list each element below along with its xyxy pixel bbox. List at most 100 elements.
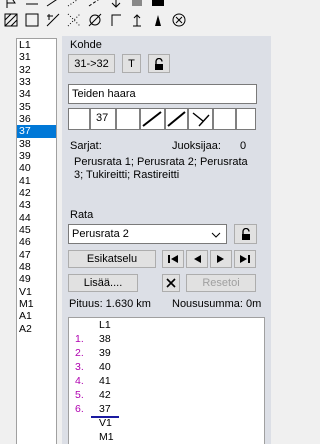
toolbar-row-2 xyxy=(0,12,189,28)
course-leg-row[interactable]: 5. 42 xyxy=(69,389,259,402)
lock-button[interactable] xyxy=(148,54,170,73)
leg-code: 42 xyxy=(99,389,111,401)
leg-code: M1 xyxy=(99,431,114,443)
control-list-item[interactable]: A2 xyxy=(17,323,56,335)
control-list-item[interactable]: V1 xyxy=(17,286,56,298)
course-leg-row[interactable]: V1 xyxy=(69,417,259,430)
reset-button[interactable]: Resetoi xyxy=(186,274,256,292)
control-list-item[interactable]: 49 xyxy=(17,273,56,285)
control-list-item[interactable]: 41 xyxy=(17,175,56,187)
symbol-code: 37 xyxy=(96,112,109,124)
previous-button[interactable] xyxy=(186,250,208,268)
course-leg-list[interactable]: L1 1. 38 2. 39 3. 40 4. 41 5. 42 6. 37 V1 M1 xyxy=(68,317,265,444)
control-list[interactable]: L1 31 32 33 34 35 36 37 38 39 40 41 42 43 44 45 46 47 48 49… xyxy=(16,38,57,444)
control-list-item[interactable]: 36 xyxy=(17,113,56,125)
leg-code: 39 xyxy=(99,347,111,359)
control-list-item[interactable]: A1 xyxy=(17,310,56,322)
delete-button[interactable] xyxy=(162,274,180,292)
leg-number: 1. xyxy=(75,333,84,345)
kohde-title: Kohde xyxy=(70,39,102,51)
control-list-item[interactable]: 40 xyxy=(17,162,56,174)
first-button[interactable] xyxy=(162,250,184,268)
first-icon xyxy=(168,255,178,263)
dashed-line-icon[interactable] xyxy=(84,0,105,10)
control-list-item[interactable]: 42 xyxy=(17,187,56,199)
leg-number: 6. xyxy=(75,403,84,415)
last-icon xyxy=(240,255,250,263)
close-icon xyxy=(166,278,176,288)
flag-icon[interactable] xyxy=(0,0,21,10)
finish-line-icon[interactable] xyxy=(21,0,42,10)
lock-icon xyxy=(241,228,250,240)
toolbar-row-1 xyxy=(0,0,189,10)
control-list-item[interactable]: 45 xyxy=(17,224,56,236)
control-list-item[interactable]: 34 xyxy=(17,88,56,100)
control-list-item[interactable]: 46 xyxy=(17,236,56,248)
control-list-item[interactable]: 39 xyxy=(17,150,56,162)
leg-code: 40 xyxy=(99,361,111,373)
leg-number: 4. xyxy=(75,375,84,387)
last-button[interactable] xyxy=(234,250,256,268)
control-list-item[interactable]: 47 xyxy=(17,249,56,261)
course-lock-button[interactable] xyxy=(234,224,257,244)
name-field[interactable]: Teiden haara xyxy=(68,84,257,104)
courses-text: Perusrata 1; Perusrata 2; Perusrata 3; T… xyxy=(74,156,248,181)
dotted-cross-icon[interactable] xyxy=(63,12,84,28)
control-panel: Kohde 31->32 T Teiden haara 37 Sarjat: J… xyxy=(62,36,271,444)
arrow-icon[interactable] xyxy=(105,0,126,10)
course-leg-row[interactable]: 1. 38 xyxy=(69,333,259,346)
leg-code: 38 xyxy=(99,333,111,345)
control-list-item[interactable]: M1 xyxy=(17,298,56,310)
square-icon[interactable] xyxy=(21,12,42,28)
course-leg-row[interactable]: 6. 37 xyxy=(69,403,259,416)
blank-icon[interactable] xyxy=(168,0,189,10)
course-leg-row[interactable]: 2. 39 xyxy=(69,347,259,360)
lock-icon xyxy=(155,57,163,70)
corner-icon[interactable] xyxy=(105,12,126,28)
control-list-item[interactable]: 48 xyxy=(17,261,56,273)
juoksijaa-value: 0 xyxy=(240,140,247,152)
t-button[interactable]: T xyxy=(122,54,141,73)
course-leg-row[interactable]: 3. 40 xyxy=(69,361,259,374)
control-list-item[interactable]: 44 xyxy=(17,212,56,224)
next-icon xyxy=(217,255,224,263)
control-list-item[interactable]: 33 xyxy=(17,76,56,88)
bridge-icon[interactable] xyxy=(147,12,168,28)
leg-code: L1 xyxy=(99,319,111,331)
rata-title: Rata xyxy=(70,209,94,221)
hatched-square-icon[interactable] xyxy=(0,12,21,28)
control-list-item[interactable]: 35 xyxy=(17,101,56,113)
leg-number: 3. xyxy=(75,361,84,373)
preview-button[interactable]: Esikatselu xyxy=(68,250,156,268)
course-select[interactable]: Perusrata 2 xyxy=(68,224,227,244)
next-button[interactable] xyxy=(210,250,232,268)
leg-number: 5. xyxy=(75,389,84,401)
control-list-item[interactable]: 32 xyxy=(17,64,56,76)
line-icon[interactable] xyxy=(42,0,63,10)
circle-x-icon[interactable] xyxy=(168,12,189,28)
course-leg-row[interactable]: 4. 41 xyxy=(69,375,259,388)
leg-number: 2. xyxy=(75,347,84,359)
toolbar xyxy=(0,0,271,34)
black-rect-icon[interactable] xyxy=(147,0,168,10)
circle-slash-icon[interactable] xyxy=(84,12,105,28)
crossing-icon[interactable] xyxy=(42,12,63,28)
up-arrow-icon[interactable] xyxy=(126,12,147,28)
leg-code: 41 xyxy=(99,375,111,387)
code-button[interactable]: 31->32 xyxy=(68,54,115,73)
control-list-item[interactable]: 37 xyxy=(17,125,56,138)
previous-icon xyxy=(194,255,201,263)
course-leg-row[interactable]: M1 xyxy=(69,431,259,444)
description-strip[interactable]: 37 xyxy=(68,108,256,130)
course-select-value: Perusrata 2 xyxy=(72,228,129,240)
add-button[interactable]: Lisää.... xyxy=(68,274,138,292)
length-text: Pituus: 1.630 km xyxy=(69,298,151,310)
control-list-item[interactable]: 31 xyxy=(17,51,56,63)
fill-icon[interactable] xyxy=(126,0,147,10)
dotted-line-icon[interactable] xyxy=(63,0,84,10)
control-list-item[interactable]: L1 xyxy=(17,39,56,51)
control-list-item[interactable]: 43 xyxy=(17,199,56,211)
control-list-item[interactable]: 38 xyxy=(17,138,56,150)
course-leg-row[interactable]: L1 xyxy=(69,319,259,332)
climb-text: Noususumma: 0m xyxy=(172,298,262,310)
